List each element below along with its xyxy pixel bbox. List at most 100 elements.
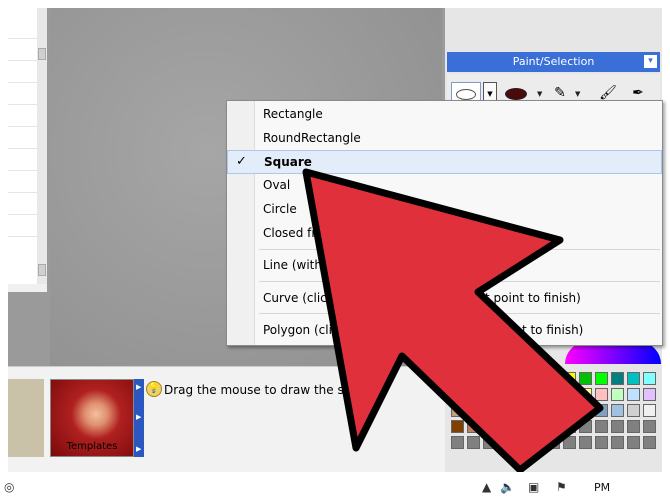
color-swatch[interactable] (515, 388, 528, 401)
color-swatch[interactable] (611, 404, 624, 417)
color-swatch[interactable] (483, 404, 496, 417)
color-swatch[interactable] (467, 404, 480, 417)
color-swatch[interactable] (595, 436, 608, 449)
menu-item-label-suffix: t point to finish) (485, 291, 581, 305)
color-swatch[interactable] (451, 372, 464, 385)
color-swatch[interactable] (515, 436, 528, 449)
color-swatch[interactable] (643, 372, 656, 385)
color-swatch[interactable] (643, 404, 656, 417)
color-swatch[interactable] (579, 388, 592, 401)
color-swatch[interactable] (611, 436, 624, 449)
color-swatch[interactable] (499, 436, 512, 449)
color-swatch[interactable] (515, 372, 528, 385)
network-icon[interactable]: ◎ (4, 480, 14, 494)
color-swatch[interactable] (643, 436, 656, 449)
vertical-scrollbar[interactable] (37, 8, 47, 284)
color-swatch[interactable] (531, 404, 544, 417)
color-swatch[interactable] (563, 436, 576, 449)
color-swatch[interactable] (451, 436, 464, 449)
color-swatch[interactable] (451, 404, 464, 417)
color-swatch[interactable] (547, 404, 560, 417)
color-swatch[interactable] (563, 372, 576, 385)
color-swatch[interactable] (467, 388, 480, 401)
color-swatch[interactable] (611, 420, 624, 433)
color-swatch[interactable] (627, 372, 640, 385)
color-swatch[interactable] (595, 404, 608, 417)
color-swatch[interactable] (467, 372, 480, 385)
color-swatch[interactable] (451, 388, 464, 401)
menu-item-label: RoundRectangle (263, 131, 361, 145)
color-swatch[interactable] (483, 420, 496, 433)
color-swatch[interactable] (643, 420, 656, 433)
color-swatch[interactable] (643, 388, 656, 401)
color-swatch[interactable] (467, 436, 480, 449)
network-tray-icon[interactable]: ▣ (528, 480, 539, 494)
color-swatch[interactable] (595, 388, 608, 401)
color-swatch[interactable] (451, 420, 464, 433)
color-swatch[interactable] (579, 436, 592, 449)
color-swatch[interactable] (579, 372, 592, 385)
scrollbar-down-button[interactable] (38, 264, 46, 276)
left-list-panel (8, 8, 48, 292)
color-swatch[interactable] (579, 404, 592, 417)
menu-item-label: Curve (click point (263, 291, 369, 305)
menu-item-line[interactable]: Line (with/with (227, 254, 662, 278)
menu-item-curve[interactable]: Curve (click point t point to finish) (227, 287, 662, 311)
menu-item-oval[interactable]: Oval (227, 174, 662, 198)
panel-collapse-button[interactable]: ▾ (644, 55, 657, 68)
color-swatch[interactable] (595, 420, 608, 433)
color-swatch[interactable] (595, 372, 608, 385)
color-swatch[interactable] (531, 388, 544, 401)
color-swatch[interactable] (627, 436, 640, 449)
menu-item-circle[interactable]: Circle (227, 198, 662, 222)
chevron-down-icon[interactable]: ▼ (537, 90, 542, 98)
color-swatch[interactable] (611, 388, 624, 401)
template-thumbnail-templates[interactable]: Templates (50, 379, 134, 457)
volume-icon[interactable]: 🔈 (500, 480, 515, 494)
color-swatch[interactable] (467, 420, 480, 433)
menu-item-label: Square (264, 155, 312, 169)
color-swatch[interactable] (563, 420, 576, 433)
screenshot-frame: Paint/Selection ▾ ▼ ▼ ✎ ▼ 🖌 ✒ Templates … (0, 0, 670, 503)
color-swatch[interactable] (611, 372, 624, 385)
color-picker-icon[interactable] (457, 345, 471, 359)
color-swatch[interactable] (499, 372, 512, 385)
color-swatch[interactable] (563, 404, 576, 417)
color-swatch[interactable] (483, 372, 496, 385)
color-swatch[interactable] (547, 436, 560, 449)
color-swatch[interactable] (547, 388, 560, 401)
color-swatch[interactable] (627, 420, 640, 433)
clock-time[interactable]: PM (594, 481, 610, 494)
tray-expand-icon[interactable]: ▲ (482, 480, 491, 494)
scrollbar-thumb[interactable] (38, 48, 46, 60)
list-row-line (8, 82, 38, 83)
menu-item-roundrectangle[interactable]: RoundRectangle (227, 127, 662, 151)
color-swatch[interactable] (627, 404, 640, 417)
color-swatch[interactable] (515, 420, 528, 433)
template-scroll-strip[interactable]: ▶ ▶ ▶ (134, 379, 144, 457)
menu-item-closed-free-form[interactable]: Closed free f (227, 222, 662, 246)
menu-item-polygon[interactable]: Polygon (click points int to finish) (227, 319, 662, 343)
color-swatch[interactable] (547, 372, 560, 385)
color-swatch[interactable] (531, 436, 544, 449)
color-swatch[interactable] (499, 388, 512, 401)
action-center-icon[interactable]: ⚑ (556, 480, 567, 494)
color-swatch[interactable] (563, 388, 576, 401)
color-swatch[interactable] (579, 420, 592, 433)
chevron-down-icon[interactable]: ▼ (575, 90, 580, 98)
color-swatch[interactable] (483, 436, 496, 449)
color-swatch[interactable] (499, 420, 512, 433)
list-row-line (8, 170, 38, 171)
color-swatch[interactable] (515, 404, 528, 417)
color-swatch[interactable] (627, 388, 640, 401)
color-swatch[interactable] (483, 388, 496, 401)
filled-oval-icon[interactable] (505, 88, 527, 100)
color-swatch[interactable] (531, 372, 544, 385)
menu-item-label: Oval (263, 178, 291, 192)
color-swatch[interactable] (531, 420, 544, 433)
color-swatch[interactable] (499, 404, 512, 417)
color-swatch[interactable] (547, 420, 560, 433)
menu-item-rectangle[interactable]: Rectangle (227, 103, 662, 127)
template-thumbnail[interactable] (8, 379, 44, 457)
menu-item-square[interactable]: ✓ Square (227, 150, 662, 174)
